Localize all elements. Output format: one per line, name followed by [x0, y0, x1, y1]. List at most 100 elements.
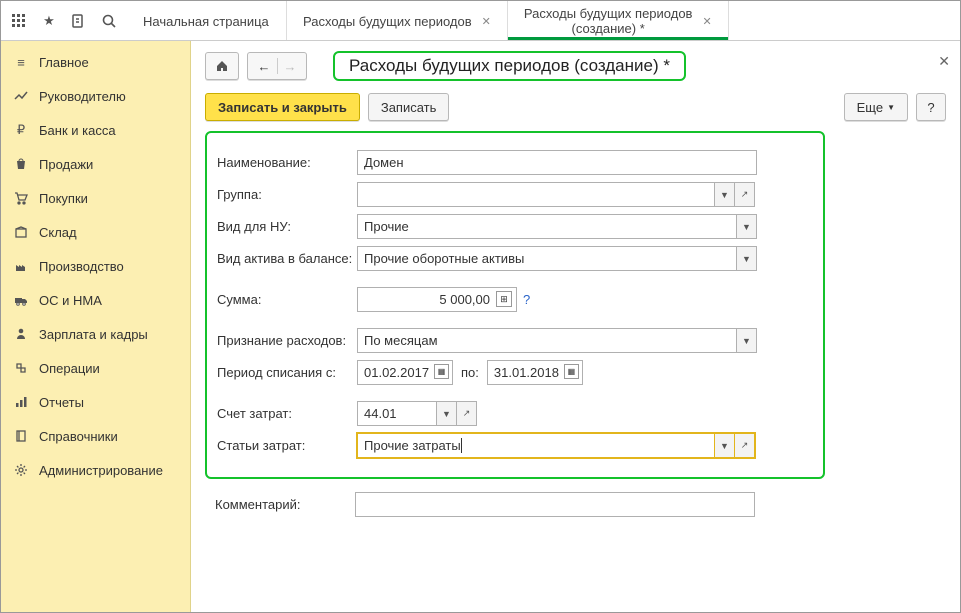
label-account: Счет затрат: — [217, 406, 357, 421]
date-to-input[interactable]: 31.01.2018 ▦ — [487, 360, 583, 385]
sidebar-item-catalogs[interactable]: Справочники — [1, 419, 190, 453]
group-input[interactable] — [357, 182, 715, 207]
nav-row: ← → Расходы будущих периодов (создание) … — [205, 51, 946, 81]
asset-type-input[interactable]: Прочие оборотные активы — [357, 246, 737, 271]
menu-icon: ≡ — [13, 54, 29, 70]
label-period-from: Период списания с: — [217, 365, 357, 380]
tabs: Начальная страница Расходы будущих перио… — [127, 1, 960, 40]
tab-label: Расходы будущих периодов — [303, 14, 472, 29]
close-icon[interactable]: ✕ — [702, 15, 711, 28]
dropdown-button[interactable]: ▼ — [437, 401, 457, 426]
row-recognition: Признание расходов: По месяцам ▼ — [217, 328, 813, 353]
help-icon[interactable]: ? — [523, 292, 530, 307]
toolbar-quick: ★ — [1, 1, 127, 40]
sidebar-item-admin[interactable]: Администрирование — [1, 453, 190, 487]
row-type-nu: Вид для НУ: Прочие ▼ — [217, 214, 813, 239]
help-button[interactable]: ? — [916, 93, 946, 121]
sidebar-item-reports[interactable]: Отчеты — [1, 385, 190, 419]
sum-input[interactable]: 5 000,00 ⊞ — [357, 287, 517, 312]
sidebar-item-label: Руководителю — [39, 89, 126, 104]
close-icon[interactable]: ✕ — [482, 15, 491, 28]
dropdown-button[interactable]: ▼ — [737, 328, 757, 353]
sidebar-item-hr[interactable]: Зарплата и кадры — [1, 317, 190, 351]
history-icon[interactable] — [69, 11, 89, 31]
calendar-icon[interactable]: ▦ — [564, 364, 579, 379]
sidebar-item-main[interactable]: ≡Главное — [1, 45, 190, 79]
dropdown-button[interactable]: ▼ — [737, 214, 757, 239]
save-button[interactable]: Записать — [368, 93, 450, 121]
sidebar: ≡Главное Руководителю ₽Банк и касса Прод… — [1, 41, 191, 612]
truck-icon — [13, 292, 29, 308]
row-asset-type: Вид актива в балансе: Прочие оборотные а… — [217, 246, 813, 271]
sidebar-item-label: Покупки — [39, 191, 88, 206]
dropdown-button[interactable]: ▼ — [715, 182, 735, 207]
sidebar-item-warehouse[interactable]: Склад — [1, 215, 190, 249]
tab-label: Начальная страница — [143, 14, 269, 29]
sidebar-item-bank[interactable]: ₽Банк и касса — [1, 113, 190, 147]
content: ✕ ← → Расходы будущих периодов (создание… — [191, 41, 960, 612]
chart-icon — [13, 88, 29, 104]
tab-home[interactable]: Начальная страница — [127, 1, 287, 40]
date-from-input[interactable]: 01.02.2017 ▦ — [357, 360, 453, 385]
page-title: Расходы будущих периодов (создание) * — [333, 51, 686, 81]
account-input[interactable]: 44.01 — [357, 401, 437, 426]
dropdown-button[interactable]: ▼ — [737, 246, 757, 271]
open-button[interactable]: ↗ — [735, 433, 755, 458]
form-area: Наименование: Домен Группа: ▼ ↗ Вид для … — [205, 131, 825, 479]
factory-icon — [13, 258, 29, 274]
row-account: Счет затрат: 44.01 ▼ ↗ — [217, 401, 813, 426]
open-button[interactable]: ↗ — [457, 401, 477, 426]
close-icon[interactable]: ✕ — [938, 53, 950, 70]
sidebar-item-label: Продажи — [39, 157, 93, 172]
book-icon — [13, 428, 29, 444]
tab-rbp-create[interactable]: Расходы будущих периодов(создание) * ✕ — [508, 1, 729, 40]
row-group: Группа: ▼ ↗ — [217, 182, 813, 207]
ops-icon — [13, 360, 29, 376]
search-icon[interactable] — [99, 11, 119, 31]
topbar: ★ Начальная страница Расходы будущих пер… — [1, 1, 960, 41]
more-button[interactable]: Еще▼ — [844, 93, 908, 121]
calculator-icon[interactable]: ⊞ — [496, 291, 512, 307]
save-close-button[interactable]: Записать и закрыть — [205, 93, 360, 121]
star-icon[interactable]: ★ — [39, 11, 59, 31]
label-name: Наименование: — [217, 155, 357, 170]
label-group: Группа: — [217, 187, 357, 202]
row-period: Период списания с: 01.02.2017 ▦ по: 31.0… — [217, 360, 813, 385]
tab-rbp[interactable]: Расходы будущих периодов ✕ — [287, 1, 508, 40]
label-recognition: Признание расходов: — [217, 333, 357, 348]
back-icon[interactable]: ← — [258, 59, 271, 74]
sidebar-item-label: Операции — [39, 361, 100, 376]
cart-icon — [13, 190, 29, 206]
row-sum: Сумма: 5 000,00 ⊞ ? — [217, 287, 813, 312]
sidebar-item-manager[interactable]: Руководителю — [1, 79, 190, 113]
sidebar-item-label: Зарплата и кадры — [39, 327, 148, 342]
sidebar-item-operations[interactable]: Операции — [1, 351, 190, 385]
open-button[interactable]: ↗ — [735, 182, 755, 207]
forward-icon[interactable]: → — [284, 59, 297, 74]
label-sum: Сумма: — [217, 292, 357, 307]
home-button[interactable] — [205, 52, 239, 80]
dropdown-button[interactable]: ▼ — [715, 433, 735, 458]
person-icon — [13, 326, 29, 342]
apps-icon[interactable] — [9, 11, 29, 31]
nav-back-forward[interactable]: ← → — [247, 52, 307, 80]
sidebar-item-sales[interactable]: Продажи — [1, 147, 190, 181]
comment-input[interactable] — [355, 492, 755, 517]
chevron-down-icon: ▼ — [887, 103, 895, 112]
sidebar-item-production[interactable]: Производство — [1, 249, 190, 283]
type-nu-input[interactable]: Прочие — [357, 214, 737, 239]
cost-item-input[interactable]: Прочие затраты — [357, 433, 715, 458]
command-bar: Записать и закрыть Записать Еще▼ ? — [205, 93, 946, 121]
label-period-to: по: — [461, 365, 479, 380]
sidebar-item-assets[interactable]: ОС и НМА — [1, 283, 190, 317]
sidebar-item-purchases[interactable]: Покупки — [1, 181, 190, 215]
row-cost-item: Статьи затрат: Прочие затраты ▼ ↗ — [217, 433, 813, 458]
label-cost-item: Статьи затрат: — [217, 438, 357, 453]
ruble-icon: ₽ — [13, 122, 29, 138]
main: ≡Главное Руководителю ₽Банк и касса Прод… — [1, 41, 960, 612]
name-input[interactable]: Домен — [357, 150, 757, 175]
recognition-input[interactable]: По месяцам — [357, 328, 737, 353]
row-name: Наименование: Домен — [217, 150, 813, 175]
text-caret — [461, 438, 462, 453]
calendar-icon[interactable]: ▦ — [434, 364, 449, 379]
